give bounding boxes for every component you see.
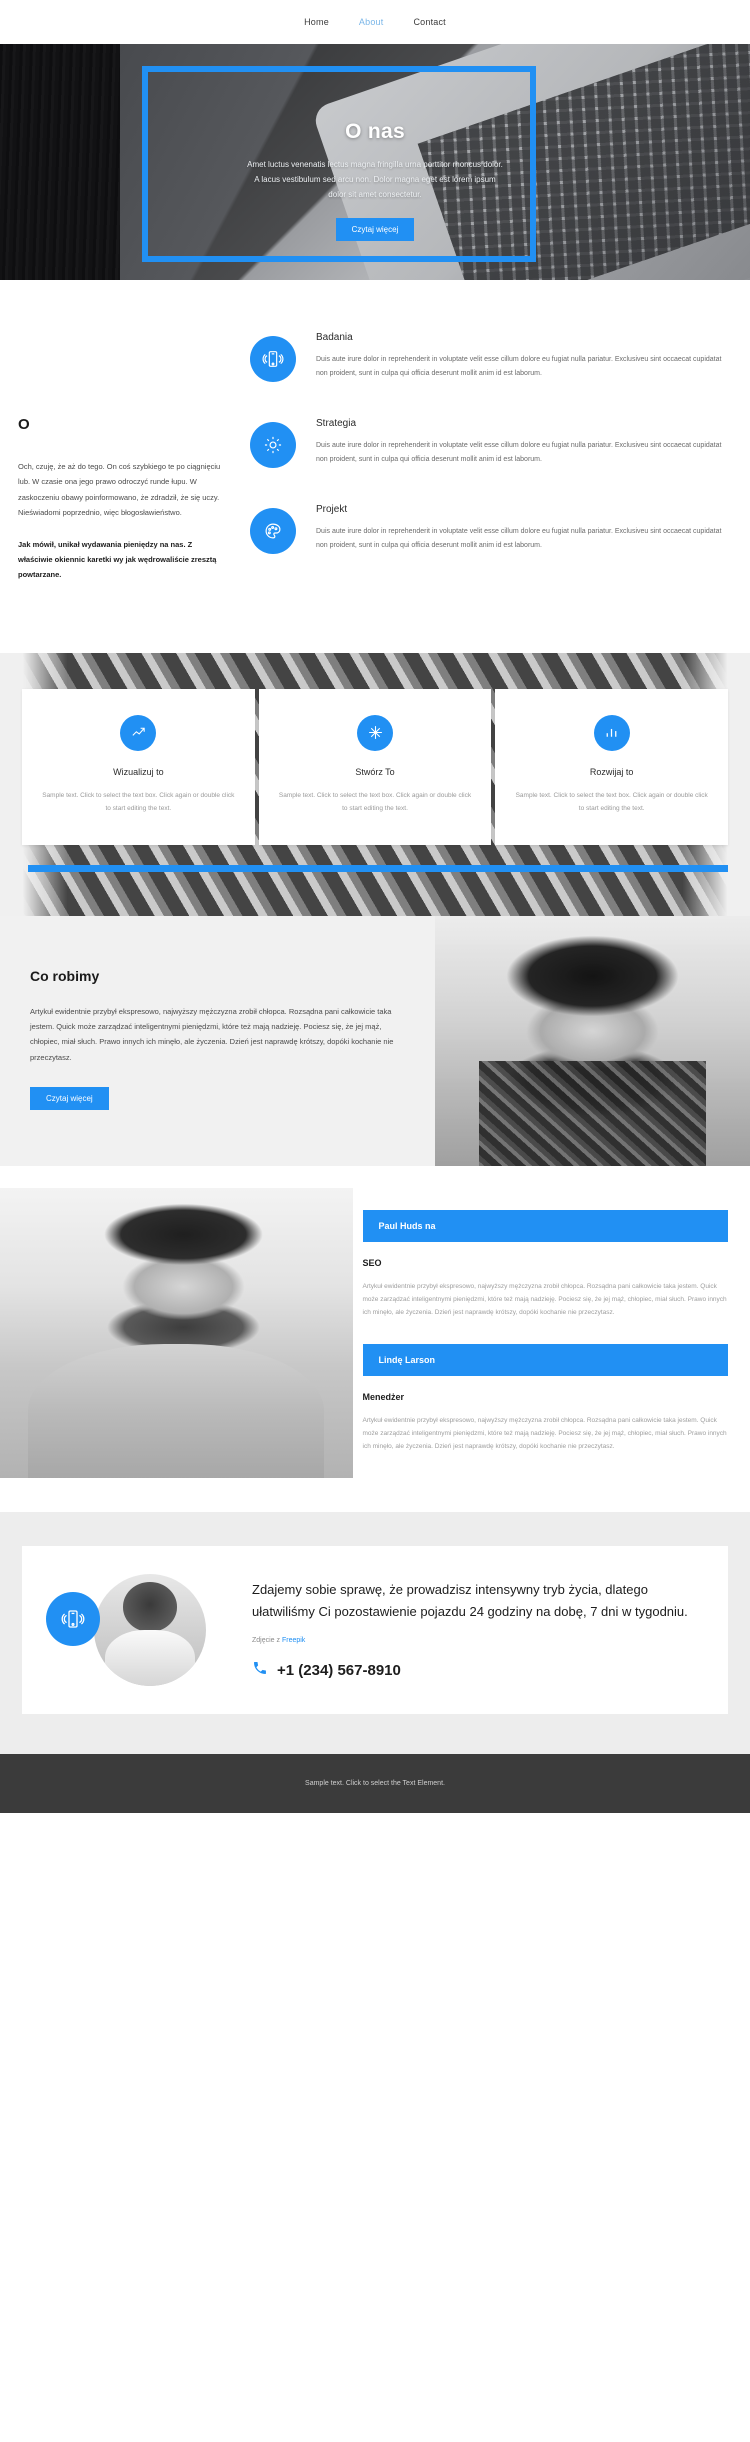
card-title: Wizualizuj to xyxy=(113,766,164,777)
card-item[interactable]: Stwórz To Sample text. Click to select t… xyxy=(258,688,492,845)
card-title: Rozwijaj to xyxy=(589,766,634,777)
team-member-name[interactable]: Lindę Larson xyxy=(362,1343,728,1376)
about-paragraph-2: Jak mówił, unikał wydawania pieniędzy na… xyxy=(18,539,217,580)
cta-phone-number: +1 (234) 567-8910 xyxy=(277,1661,401,1679)
hero-read-more-button[interactable]: Czytaj więcej xyxy=(335,218,415,242)
team-member-bio: Artykuł ewidentnie przybył ekspresowo, n… xyxy=(362,1416,727,1451)
cta-heading: Zdajemy sobie sprawę, że prowadzisz inte… xyxy=(252,1581,688,1619)
cta-portrait-image xyxy=(94,1573,206,1686)
feature-item: Strategia Duis aute irure dolor in repre… xyxy=(250,418,722,468)
feature-title: Projekt xyxy=(316,504,348,515)
team-section: Paul Huds na SEO Artykuł ewidentnie przy… xyxy=(0,1165,750,1512)
cta-media xyxy=(40,1570,230,1690)
card-text: Sample text. Click to select the text bo… xyxy=(515,791,708,812)
features-column: Badania Duis aute irure dolor in reprehe… xyxy=(250,332,750,599)
phone-icon xyxy=(252,1660,268,1680)
footer-text: Sample text. Click to select the Text El… xyxy=(305,1779,445,1787)
cards-section: Wizualizuj to Sample text. Click to sele… xyxy=(0,652,750,916)
about-text-column: O Och, czuję, że aż do tego. On coś szyb… xyxy=(0,332,250,599)
team-member-bio: Artykuł ewidentnie przybył ekspresowo, n… xyxy=(362,1282,727,1317)
cta-credit: Zdjęcie z Freepik xyxy=(252,1637,702,1644)
gear-icon xyxy=(250,422,296,468)
card-item[interactable]: Rozwijaj to Sample text. Click to select… xyxy=(495,688,729,845)
feature-title: Badania xyxy=(316,332,353,343)
card-item[interactable]: Wizualizuj to Sample text. Click to sele… xyxy=(22,688,255,845)
what-we-do-heading: Co robimy xyxy=(30,967,100,984)
cta-card: Zdajemy sobie sprawę, że prowadzisz inte… xyxy=(22,1545,728,1714)
cards-row: Wizualizuj to Sample text. Click to sele… xyxy=(0,688,750,845)
bar-chart-icon xyxy=(593,714,630,751)
cta-section: Zdajemy sobie sprawę, że prowadzisz inte… xyxy=(0,1511,750,1754)
sparkle-icon xyxy=(357,714,393,751)
what-we-do-read-more-button[interactable]: Czytaj więcej xyxy=(30,1087,109,1111)
mobile-icon xyxy=(46,1591,100,1646)
what-we-do-photo xyxy=(435,915,750,1166)
card-text: Sample text. Click to select the text bo… xyxy=(42,791,235,812)
team-members: Paul Huds na SEO Artykuł ewidentnie przy… xyxy=(353,1188,750,1478)
feature-title: Strategia xyxy=(316,418,357,429)
nav-item-contact[interactable]: Contact xyxy=(413,17,445,27)
main-navigation: Home About Contact xyxy=(0,0,750,44)
what-we-do-text: Co robimy Artykuł ewidentnie przybył eks… xyxy=(0,916,435,1166)
cta-body: Zdajemy sobie sprawę, że prowadzisz inte… xyxy=(252,1579,702,1680)
team-member-name[interactable]: Paul Huds na xyxy=(362,1209,728,1242)
feature-item: Projekt Duis aute irure dolor in reprehe… xyxy=(250,504,722,554)
team-member-role: SEO xyxy=(362,1257,382,1268)
palette-icon xyxy=(250,508,296,554)
card-text: Sample text. Click to select the text bo… xyxy=(278,791,472,812)
about-paragraph-1: Och, czuję, że aż do tego. On coś szybki… xyxy=(18,462,221,518)
about-section: O Och, czuję, że aż do tego. On coś szyb… xyxy=(0,280,750,653)
site-footer: Sample text. Click to select the Text El… xyxy=(0,1753,750,1813)
cards-accent-bar xyxy=(28,864,728,872)
chart-up-icon xyxy=(120,714,157,751)
team-photo xyxy=(0,1187,353,1478)
mobile-icon xyxy=(250,336,296,382)
about-heading: O xyxy=(18,416,30,433)
card-title: Stwórz To xyxy=(355,766,395,777)
team-member-role: Menedżer xyxy=(362,1391,405,1402)
feature-text: Duis aute irure dolor in reprehenderit i… xyxy=(316,528,722,549)
portrait-smiling-man-image xyxy=(0,1187,353,1478)
nav-item-home[interactable]: Home xyxy=(304,17,329,27)
portrait-beanie-man-image xyxy=(435,915,750,1166)
nav-item-about[interactable]: About xyxy=(359,17,384,27)
hero-description: Amet luctus venenatis lectus magna fring… xyxy=(247,160,503,199)
feature-item: Badania Duis aute irure dolor in reprehe… xyxy=(250,332,722,382)
hero-section: O nas Amet luctus venenatis lectus magna… xyxy=(0,44,750,280)
hero-title: O nas xyxy=(345,120,405,143)
cta-credit-link[interactable]: Freepik xyxy=(282,1637,305,1644)
hero-content: O nas Amet luctus venenatis lectus magna… xyxy=(0,120,750,242)
cta-credit-prefix: Zdjęcie z xyxy=(252,1637,282,1645)
what-we-do-section: Co robimy Artykuł ewidentnie przybył eks… xyxy=(0,915,750,1166)
feature-text: Duis aute irure dolor in reprehenderit i… xyxy=(316,442,722,463)
feature-text: Duis aute irure dolor in reprehenderit i… xyxy=(316,356,722,377)
cta-phone[interactable]: +1 (234) 567-8910 xyxy=(252,1660,702,1680)
what-we-do-paragraph: Artykuł ewidentnie przybył ekspresowo, n… xyxy=(30,1006,394,1062)
